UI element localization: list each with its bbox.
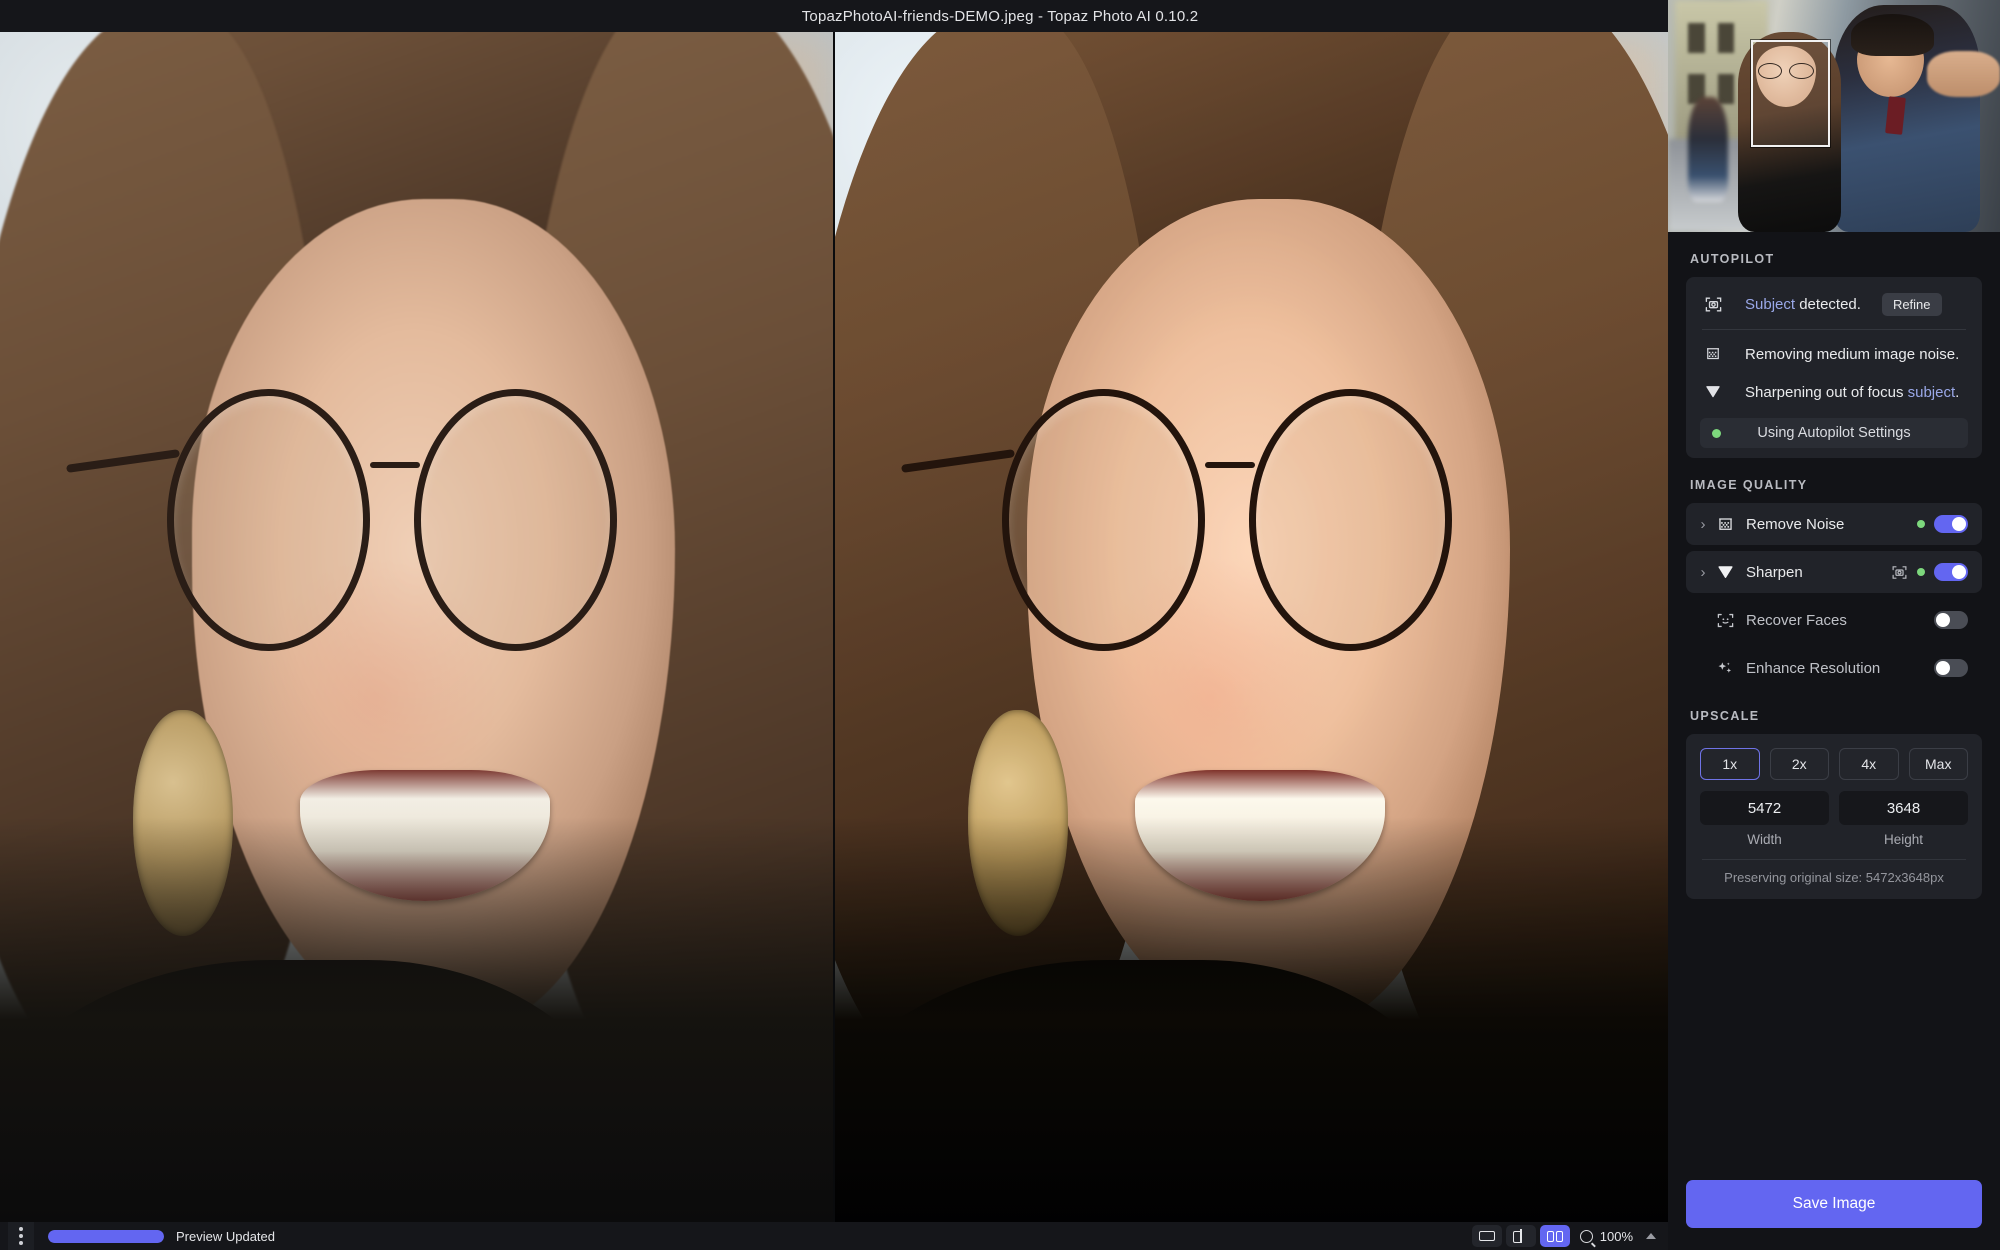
upscale-divider [1702, 859, 1966, 860]
sharpen-text-prefix: Sharpening out of focus [1745, 383, 1908, 401]
filter-label: Enhance Resolution [1746, 659, 1881, 677]
filter-row-recover-faces[interactable]: › Recover Faces [1686, 599, 1982, 641]
sharpen-subject-link[interactable]: subject [1908, 384, 1956, 401]
chevron-right-icon[interactable]: › [1696, 564, 1710, 581]
preserve-size-note: Preserving original size: 5472x3648px [1724, 870, 1944, 885]
toggle-sharpen[interactable] [1934, 563, 1968, 581]
scale-button-group: 1x 2x 4x Max [1700, 748, 1968, 780]
filter-row-sharpen[interactable]: › Sharpen [1686, 551, 1982, 593]
height-label: Height [1883, 832, 1924, 847]
filter-status-dot [1917, 568, 1925, 576]
using-autopilot-settings-label: Using Autopilot Settings [1757, 425, 1911, 441]
sharpen-text-suffix: . [1955, 383, 1960, 401]
autopilot-divider [1702, 329, 1966, 330]
autopilot-status-dot [1712, 428, 1721, 438]
scale-button-max[interactable]: Max [1908, 748, 1968, 780]
upscale-card: 1x 2x 4x Max 5472 3648 Width Height Pres… [1686, 734, 1982, 899]
progress-bar [48, 1229, 164, 1243]
autopilot-subject-row: Subject detected. Refine [1686, 285, 1982, 324]
chevron-right-icon[interactable]: › [1696, 516, 1710, 533]
subject-detect-icon[interactable] [1891, 564, 1908, 581]
noise-grain-icon [1702, 343, 1724, 365]
more-options-icon[interactable] [8, 1222, 34, 1250]
scale-button-1x[interactable]: 1x [1700, 748, 1760, 780]
side-by-side-view-button[interactable] [1539, 1225, 1570, 1247]
zoom-control[interactable]: 100% [1579, 1228, 1656, 1244]
scale-button-2x[interactable]: 2x [1769, 748, 1829, 780]
single-view-icon [1478, 1231, 1495, 1241]
autopilot-section-label: AUTOPILOT [1690, 252, 1775, 266]
image-quality-list: › Remove Noise › Sharpen Recover Faces E… [1686, 503, 1982, 689]
toggle-enhance-resolution[interactable] [1934, 659, 1968, 677]
filter-row-enhance-resolution[interactable]: › Enhance Resolution [1686, 647, 1982, 689]
subject-link[interactable]: Subject [1745, 296, 1795, 313]
autopilot-noise-text: Removing medium image noise. [1745, 345, 1960, 363]
height-input[interactable]: 3648 [1839, 791, 1968, 825]
image-comparison-canvas[interactable] [0, 32, 1668, 1222]
sharpen-funnel-icon [1702, 381, 1724, 403]
original-image-pane[interactable] [0, 32, 833, 1222]
zoom-level-value: 100% [1599, 1228, 1633, 1244]
window-title: TopazPhotoAI-friends-DEMO.jpeg - Topaz P… [801, 7, 1199, 25]
save-image-button[interactable]: Save Image [1686, 1180, 1982, 1228]
upscale-section-label: UPSCALE [1690, 709, 1760, 723]
filter-row-remove-noise[interactable]: › Remove Noise [1686, 503, 1982, 545]
subject-detect-icon [1702, 294, 1724, 316]
using-autopilot-settings-button[interactable]: Using Autopilot Settings [1700, 418, 1968, 448]
status-bar: Preview Updated 100% [0, 1222, 1668, 1250]
navigator-selection-rect[interactable] [1751, 40, 1830, 148]
view-mode-group[interactable] [1471, 1225, 1570, 1247]
autopilot-sharpen-text: Sharpening out of focus subject. [1745, 384, 1959, 401]
progress-bar-fill [48, 1229, 164, 1243]
sharpen-funnel-icon [1714, 561, 1736, 583]
subject-detected-suffix: detected. [1795, 296, 1861, 313]
sparkles-icon [1714, 657, 1736, 679]
right-sidebar: AUTOPILOT Subject detected. Refine Remov… [1668, 0, 2000, 1250]
image-quality-section-label: IMAGE QUALITY [1690, 478, 1808, 492]
app-window: TopazPhotoAI-friends-DEMO.jpeg - Topaz P… [0, 0, 2000, 1250]
autopilot-noise-row: Removing medium image noise. [1686, 335, 1982, 373]
filter-status-dot [1917, 520, 1925, 528]
toggle-recover-faces[interactable] [1934, 611, 1968, 629]
chevron-up-icon[interactable] [1646, 1233, 1656, 1239]
processed-photo [835, 32, 1668, 1222]
split-view-button[interactable] [1505, 1225, 1536, 1247]
noise-grain-icon [1714, 513, 1736, 535]
split-view-icon [1512, 1229, 1529, 1243]
face-detect-icon [1714, 609, 1736, 631]
status-message: Preview Updated [176, 1228, 275, 1244]
original-photo [0, 32, 833, 1222]
subject-detected-text: Subject detected. [1745, 296, 1861, 313]
side-by-side-view-icon [1546, 1230, 1563, 1242]
filter-label: Sharpen [1746, 563, 1803, 581]
navigator-thumbnail[interactable] [1668, 0, 2000, 232]
toggle-remove-noise[interactable] [1934, 515, 1968, 533]
magnifier-icon [1579, 1229, 1593, 1243]
refine-button[interactable]: Refine [1881, 293, 1942, 316]
single-view-button[interactable] [1471, 1225, 1502, 1247]
processed-image-pane[interactable] [835, 32, 1668, 1222]
scale-button-4x[interactable]: 4x [1839, 748, 1899, 780]
autopilot-card: Subject detected. Refine Removing medium… [1686, 277, 1982, 458]
autopilot-sharpen-row: Sharpening out of focus subject. [1686, 373, 1982, 411]
width-label: Width [1747, 832, 1782, 847]
filter-label: Recover Faces [1746, 611, 1847, 629]
width-input[interactable]: 5472 [1700, 791, 1829, 825]
filter-label: Remove Noise [1746, 515, 1845, 533]
